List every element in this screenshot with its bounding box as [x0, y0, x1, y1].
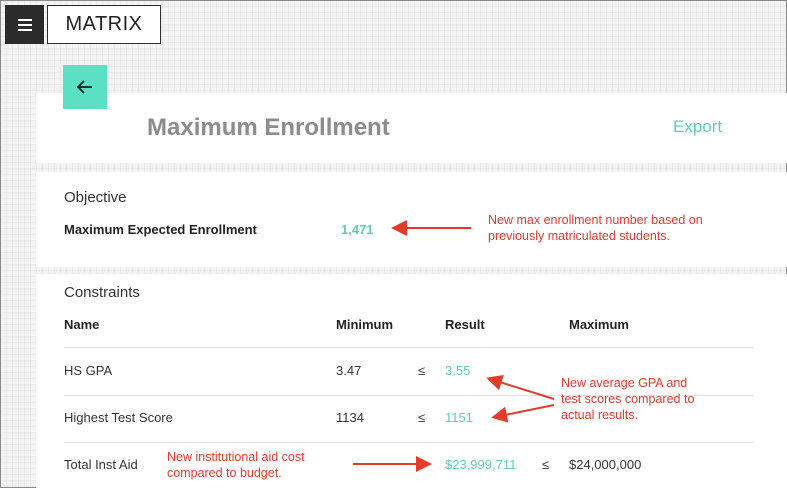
- row-maximum-inst-aid: $24,000,000: [569, 457, 642, 472]
- column-header-minimum: Minimum: [336, 317, 394, 332]
- constraints-section-title: Constraints: [64, 284, 140, 301]
- objective-label: Maximum Expected Enrollment: [64, 222, 257, 237]
- column-header-maximum: Maximum: [569, 317, 629, 332]
- column-header-result: Result: [445, 317, 485, 332]
- page-title: Maximum Enrollment: [147, 114, 390, 141]
- objective-value: 1,471: [341, 222, 374, 237]
- back-button[interactable]: [63, 65, 107, 109]
- annotation-inst-aid: New institutional aid cost compared to b…: [167, 450, 305, 480]
- row-result-hs-gpa: 3.55: [445, 363, 471, 378]
- hamburger-menu-icon: [17, 18, 32, 21]
- row-result-inst-aid: $23,999,711: [445, 457, 517, 472]
- objective-section-title: Objective: [64, 189, 127, 206]
- row-minimum-test-score: 1134: [336, 410, 364, 425]
- row-operator-hs-gpa: ≤: [418, 363, 426, 378]
- annotation-gpa-test: New average GPA and test scores compared…: [561, 376, 695, 422]
- table-divider: [64, 442, 754, 443]
- row-operator-test-score: ≤: [418, 410, 426, 425]
- row-name-inst-aid: Total Inst Aid: [64, 457, 138, 472]
- annotation-enrollment: New max enrollment number based on previ…: [488, 213, 703, 243]
- export-link[interactable]: Export: [673, 117, 722, 137]
- row-minimum-hs-gpa: 3.47: [336, 363, 362, 378]
- column-header-name: Name: [64, 317, 100, 332]
- row-result-test-score: 1151: [445, 410, 473, 425]
- row-operator-inst-aid: ≤: [542, 457, 550, 472]
- table-divider: [64, 347, 754, 348]
- menu-button[interactable]: [5, 5, 44, 44]
- row-name-hs-gpa: HS GPA: [64, 363, 113, 378]
- brand-logo[interactable]: MATRIX: [47, 5, 161, 44]
- arrow-left-icon: [77, 80, 92, 94]
- row-name-test-score: Highest Test Score: [64, 410, 173, 425]
